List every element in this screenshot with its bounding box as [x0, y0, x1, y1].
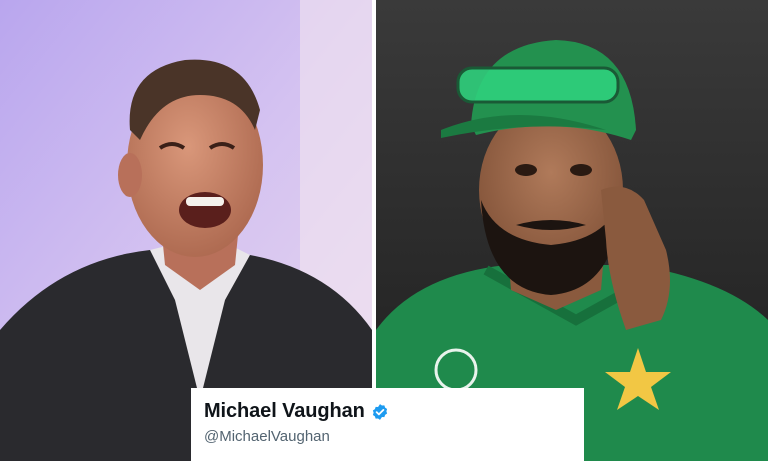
tweet-author-card: Michael Vaughan @MichaelVaughan — [191, 388, 584, 461]
tweet-author-name: Michael Vaughan — [204, 400, 365, 422]
verified-badge-icon — [372, 403, 387, 420]
tweet-name-row: Michael Vaughan — [204, 400, 584, 423]
tweet-author-handle: @MichaelVaughan — [204, 428, 330, 445]
